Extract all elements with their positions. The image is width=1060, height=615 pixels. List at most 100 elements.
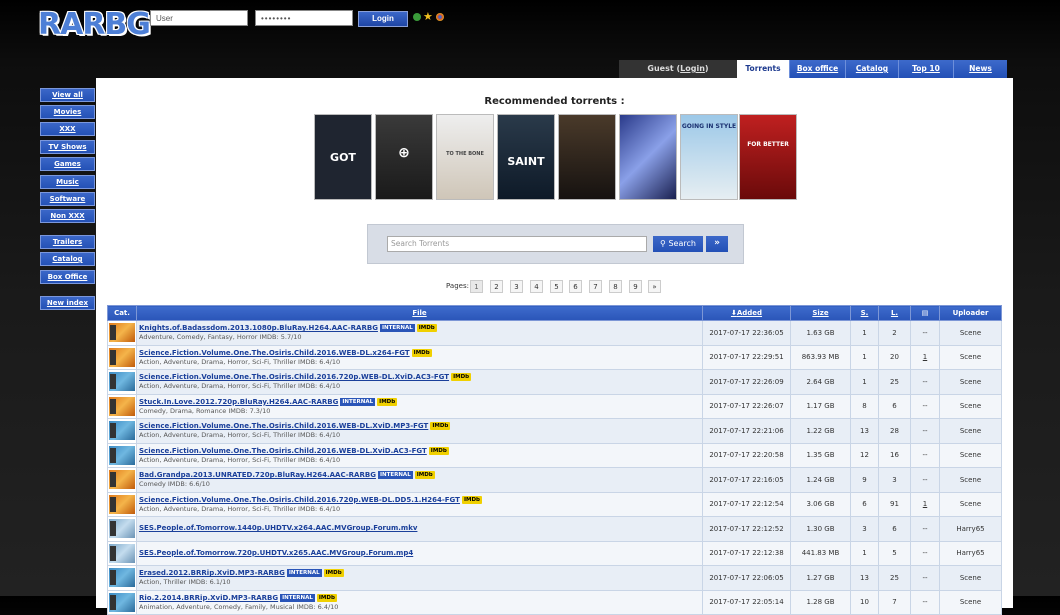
category-cell[interactable] [107,344,137,370]
tab-news[interactable]: News [953,60,1007,78]
page-5[interactable]: 5 [550,280,563,293]
category-cell[interactable] [107,540,137,566]
sidebar-item-movies[interactable]: Movies [40,105,95,119]
category-cell[interactable] [107,418,137,444]
imdb-badge[interactable]: IMDb [377,397,398,406]
sidebar-item-new-index[interactable]: New index [40,296,95,310]
poster-8[interactable]: FOR BETTER [739,114,797,200]
chrome-icon[interactable] [436,13,444,21]
torrent-link[interactable]: Science.Fiction.Volume.One.The.Osiris.Ch… [139,447,427,455]
col-size[interactable]: Size [790,305,851,321]
imdb-badge[interactable]: IMDb [428,446,449,455]
col-file[interactable]: File [136,305,703,321]
category-cell[interactable] [107,491,137,517]
torrent-link[interactable]: Erased.2012.BRRip.XviD.MP3-RARBG [139,569,285,577]
page-1[interactable]: 1 [470,280,483,293]
sidebar-item-xxx[interactable]: XXX [40,122,95,136]
page-7[interactable]: 7 [589,280,602,293]
username-input[interactable]: User [150,10,248,26]
category-icon[interactable] [109,470,135,490]
torrent-link[interactable]: Science.Fiction.Volume.One.The.Osiris.Ch… [139,496,460,504]
page-4[interactable]: 4 [530,280,543,293]
imdb-badge[interactable]: IMDb [414,471,435,480]
comments-cell[interactable]: 1 [910,344,940,370]
category-cell[interactable] [107,516,137,542]
torrent-link[interactable]: Science.Fiction.Volume.One.The.Osiris.Ch… [139,422,428,430]
poster-5[interactable] [558,114,616,200]
torrent-link[interactable]: Bad.Grandpa.2013.UNRATED.720p.BluRay.H26… [139,471,376,479]
category-icon[interactable] [109,347,135,367]
torrent-link[interactable]: Rio.2.2014.BRRip.XviD.MP3-RARBG [139,594,278,602]
category-icon[interactable] [109,396,135,416]
sidebar-item-view-all[interactable]: View all [40,88,95,102]
imdb-badge[interactable]: IMDb [451,373,472,382]
poster-1[interactable]: GOT [314,114,372,200]
col-added[interactable]: ⬇Added [702,305,791,321]
sidebar-item-games[interactable]: Games [40,157,95,171]
page-2[interactable]: 2 [490,280,503,293]
torrent-link[interactable]: Knights.of.Badassdom.2013.1080p.BluRay.H… [139,324,378,332]
category-cell[interactable] [107,320,137,346]
tab-top-10[interactable]: Top 10 [898,60,953,78]
category-icon[interactable] [109,445,135,465]
search-button[interactable]: ⚲ Search [653,236,703,252]
category-icon[interactable] [109,323,135,343]
imdb-badge[interactable]: IMDb [461,495,482,504]
torrent-link[interactable]: SES.People.of.Tomorrow.720p.UHDTV.x265.A… [139,549,413,557]
guest-login-link[interactable]: Login [680,64,705,73]
poster-3[interactable]: TO THE BONE [436,114,494,200]
sidebar-item-software[interactable]: Software [40,192,95,206]
sidebar-item-music[interactable]: Music [40,175,95,189]
torrent-link[interactable]: Science.Fiction.Volume.One.The.Osiris.Ch… [139,373,449,381]
torrent-link[interactable]: Stuck.In.Love.2012.720p.BluRay.H264.AAC-… [139,398,338,406]
imdb-badge[interactable]: IMDb [323,569,344,578]
search-input[interactable]: Search Torrents [387,236,647,252]
tab-torrents[interactable]: Torrents [737,60,789,78]
login-button[interactable]: Login [358,11,408,27]
poster-7[interactable]: GOING IN STYLE [680,114,738,200]
imdb-badge[interactable]: IMDb [430,422,451,431]
col-leechers[interactable]: L. [878,305,911,321]
category-icon[interactable] [109,372,135,392]
poster-2[interactable]: ⊕ [375,114,433,200]
poster-4[interactable]: SAINT [497,114,555,200]
category-icon[interactable] [109,421,135,441]
password-input[interactable]: •••••••• [255,10,353,26]
category-icon[interactable] [109,543,135,563]
category-icon[interactable] [109,494,135,514]
sidebar-item-trailers[interactable]: Trailers [40,235,95,249]
sidebar-item-tv-shows[interactable]: TV Shows [40,140,95,154]
star-icon[interactable]: ★ [423,11,433,22]
torrent-link[interactable]: Science.Fiction.Volume.One.The.Osiris.Ch… [139,349,410,357]
col-comments[interactable]: ▤ [910,305,940,321]
page-8[interactable]: 8 [609,280,622,293]
advanced-search-button[interactable]: » [706,236,728,252]
comments-icon: ▤ [921,309,929,317]
poster-6[interactable] [619,114,677,200]
category-cell[interactable] [107,393,137,419]
sidebar-item-box-office[interactable]: Box Office [40,270,95,284]
opera-icon[interactable] [413,13,421,21]
category-cell[interactable] [107,442,137,468]
torrent-link[interactable]: SES.People.of.Tomorrow.1440p.UHDTV.x264.… [139,524,417,532]
imdb-badge[interactable]: IMDb [316,593,337,602]
rarbg-logo[interactable]: RARBG [38,9,151,41]
col-seeders[interactable]: S. [850,305,879,321]
category-cell[interactable] [107,369,137,395]
page-3[interactable]: 3 [510,280,523,293]
page-next[interactable]: » [648,280,661,293]
page-9[interactable]: 9 [629,280,642,293]
category-cell[interactable] [107,467,137,493]
imdb-badge[interactable]: IMDb [416,324,437,333]
category-icon[interactable] [109,568,135,588]
page-6[interactable]: 6 [569,280,582,293]
imdb-badge[interactable]: IMDb [411,348,432,357]
category-icon[interactable] [109,519,135,539]
category-cell[interactable] [107,589,137,615]
tab-box-office[interactable]: Box office [789,60,845,78]
sidebar-item-catalog[interactable]: Catalog [40,252,95,266]
comments-cell[interactable]: 1 [910,491,940,517]
category-cell[interactable] [107,565,137,591]
sidebar-item-non-xxx[interactable]: Non XXX [40,209,95,223]
tab-catalog[interactable]: Catalog [845,60,898,78]
